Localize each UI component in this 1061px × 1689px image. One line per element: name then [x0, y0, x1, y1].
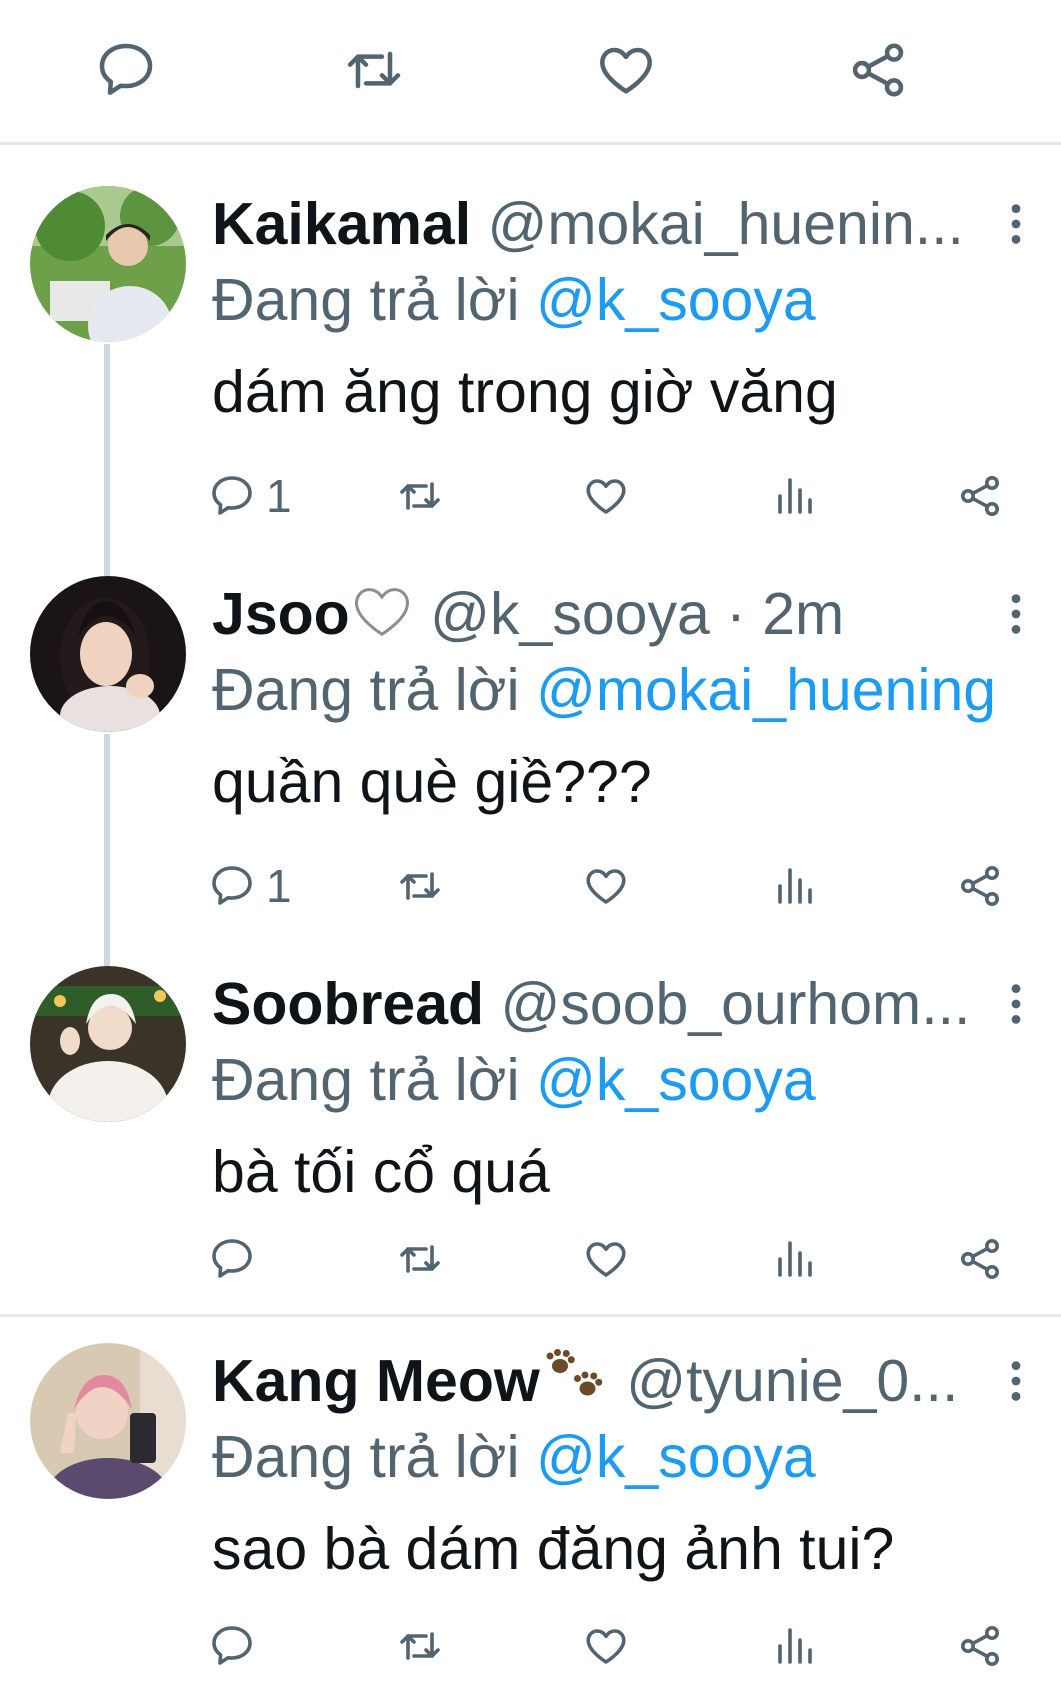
like-button[interactable] — [582, 851, 630, 921]
replying-to: Đang trả lời @k_sooya — [212, 1419, 816, 1495]
mention-link[interactable]: @k_sooya — [536, 267, 816, 333]
divider — [0, 142, 1061, 145]
mention-link[interactable]: @k_sooya — [536, 1424, 816, 1490]
reply-count: 1 — [266, 860, 292, 912]
tweet-actions: 1 — [0, 851, 1061, 921]
like-button[interactable] — [582, 1224, 630, 1294]
more-icon[interactable] — [1003, 202, 1029, 246]
share-button[interactable] — [956, 1224, 1004, 1294]
reply-button[interactable] — [208, 1224, 256, 1294]
display-name[interactable]: Kang Meow — [212, 1348, 540, 1414]
mention-link[interactable]: @k_sooya — [536, 1047, 816, 1113]
share-button[interactable] — [956, 1611, 1004, 1681]
like-button[interactable] — [582, 1611, 630, 1681]
analytics-button[interactable] — [770, 851, 818, 921]
replying-prefix: Đang trả lời — [212, 267, 520, 333]
tweet-actions: 1 — [0, 461, 1061, 531]
reply-header: Soobread @soob_ourhom... — [212, 966, 992, 1042]
avatar[interactable] — [30, 186, 186, 342]
more-icon[interactable] — [1003, 982, 1029, 1026]
more-icon[interactable] — [1003, 1359, 1029, 1403]
share-button[interactable] — [956, 851, 1004, 921]
reply-button[interactable]: 1 — [208, 851, 292, 921]
more-icon[interactable] — [1003, 592, 1029, 636]
retweet-button[interactable] — [396, 1611, 444, 1681]
tweet-actions — [0, 1224, 1061, 1294]
analytics-button[interactable] — [770, 1611, 818, 1681]
divider — [0, 1314, 1061, 1317]
mention-link[interactable]: @mokai_huening — [536, 657, 996, 723]
comment-icon[interactable] — [94, 38, 158, 102]
reply-button[interactable] — [208, 1611, 256, 1681]
replying-prefix: Đang trả lời — [212, 1047, 520, 1113]
tweet-actions — [0, 1611, 1061, 1681]
retweet-button[interactable] — [396, 851, 444, 921]
thread-line — [104, 344, 110, 576]
avatar[interactable] — [30, 966, 186, 1122]
retweet-button[interactable] — [396, 1224, 444, 1294]
avatar[interactable] — [30, 576, 186, 732]
reply-header: Jsoo @k_sooya · 2m — [212, 576, 992, 652]
handle[interactable]: @tyunie_0... — [626, 1348, 958, 1414]
replying-to: Đang trả lời @k_sooya — [212, 1042, 816, 1118]
analytics-button[interactable] — [770, 1224, 818, 1294]
reply-button[interactable]: 1 — [208, 461, 292, 531]
retweet-button[interactable] — [396, 461, 444, 531]
handle[interactable]: @soob_ourhom... — [501, 971, 971, 1037]
avatar[interactable] — [30, 1343, 186, 1499]
share-icon[interactable] — [846, 38, 910, 102]
display-name[interactable]: Soobread — [212, 971, 484, 1037]
thread-line — [104, 734, 110, 966]
heart-icon[interactable] — [594, 38, 658, 102]
analytics-button[interactable] — [770, 461, 818, 531]
handle[interactable]: @mokai_huenin... — [488, 191, 964, 257]
reply-count: 1 — [266, 470, 292, 522]
display-name[interactable]: Kaikamal — [212, 191, 471, 257]
handle[interactable]: @k_sooya · 2m — [430, 581, 844, 647]
tweet-text: quần què giề??? — [212, 749, 652, 815]
tweet-text: bà tối cổ quá — [212, 1139, 550, 1205]
replying-prefix: Đang trả lời — [212, 1424, 520, 1490]
like-button[interactable] — [582, 461, 630, 531]
tweet-text: dám ăng trong giờ văng — [212, 359, 838, 425]
reply-header: Kaikamal @mokai_huenin... — [212, 186, 992, 262]
share-button[interactable] — [956, 461, 1004, 531]
display-name[interactable]: Jsoo — [212, 581, 350, 647]
replying-prefix: Đang trả lời — [212, 657, 520, 723]
replying-to: Đang trả lời @mokai_huening — [212, 652, 996, 728]
reply-header: Kang Meow @tyunie_0... — [212, 1343, 992, 1419]
retweet-icon[interactable] — [342, 38, 406, 102]
replying-to: Đang trả lời @k_sooya — [212, 262, 816, 338]
paw-prints-icon — [540, 1346, 610, 1419]
tweet-text: sao bà dám đăng ảnh tui? — [212, 1516, 895, 1582]
white-heart-icon — [350, 580, 414, 652]
main-tweet-actions — [0, 0, 1061, 142]
